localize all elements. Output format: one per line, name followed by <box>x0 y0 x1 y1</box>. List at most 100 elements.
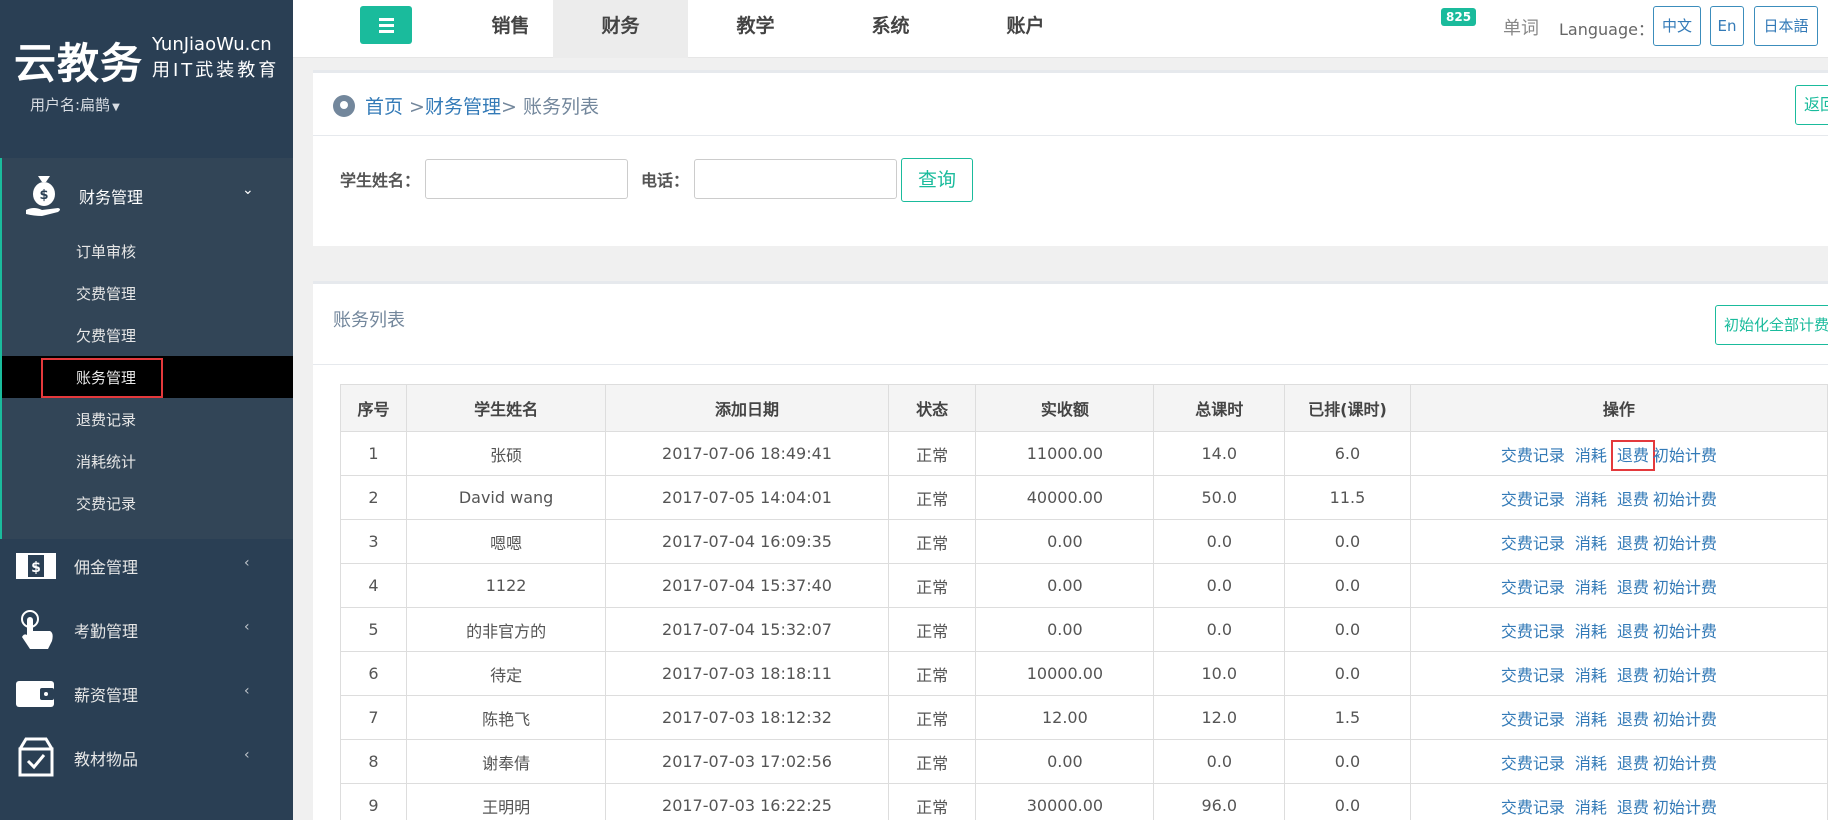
nav-group-attendance[interactable]: 考勤管理 ‹ <box>0 597 293 661</box>
payment-record-link[interactable]: 交费记录 <box>1501 534 1565 553</box>
sidebar-item-order-review[interactable]: 订单审核 <box>2 230 293 272</box>
lang-japanese-button[interactable]: 日本語 <box>1754 6 1818 46</box>
refund-link[interactable]: 退费 <box>1617 666 1649 685</box>
table-cell: 0.0 <box>1284 519 1411 564</box>
consumption-link[interactable]: 消耗 <box>1575 798 1607 817</box>
consumption-link[interactable]: 消耗 <box>1575 446 1607 465</box>
init-billing-link[interactable]: 初始计费 <box>1653 798 1717 817</box>
column-header: 实收额 <box>975 384 1155 432</box>
init-billing-link[interactable]: 初始计费 <box>1653 622 1717 641</box>
lang-chinese-button[interactable]: 中文 <box>1653 6 1701 46</box>
query-button[interactable]: 查询 <box>901 158 973 202</box>
table-cell: 6.0 <box>1284 431 1411 476</box>
table-cell: 2 <box>339 475 408 520</box>
consumption-link[interactable]: 消耗 <box>1575 710 1607 729</box>
consumption-link[interactable]: 消耗 <box>1575 578 1607 597</box>
payment-record-link[interactable]: 交费记录 <box>1501 622 1565 641</box>
table-cell: 正常 <box>887 783 977 820</box>
tab-teaching[interactable]: 教学 <box>688 0 823 58</box>
notification-badge[interactable]: 825 <box>1441 8 1477 26</box>
init-billing-link[interactable]: 初始计费 <box>1653 710 1717 729</box>
init-billing-link[interactable]: 初始计费 <box>1653 578 1717 597</box>
nav-group-commission[interactable]: $ 佣金管理 ‹ <box>0 533 293 597</box>
column-header: 添加日期 <box>605 384 889 432</box>
search-panel: 首页 >财务管理> 账务列表 返回 学生姓名： 电话： 查询 <box>313 70 1828 246</box>
table-cell: 1 <box>339 431 408 476</box>
table-row: 9 王明明 2017-07-03 16:22:25 正常 30000.00 96.0 0.0… <box>339 783 1828 820</box>
init-billing-link[interactable]: 初始计费 <box>1653 666 1717 685</box>
table-cell: 0.00 <box>975 519 1155 564</box>
sidebar-item-label: 交费记录 <box>76 495 137 513</box>
consumption-link[interactable]: 消耗 <box>1575 666 1607 685</box>
menu-toggle-button[interactable] <box>360 6 412 44</box>
payment-record-link[interactable]: 交费记录 <box>1501 446 1565 465</box>
init-billing-link[interactable]: 初始计费 <box>1653 490 1717 509</box>
word-link[interactable]: 单词 <box>1503 14 1539 40</box>
refund-link[interactable]: 退费 <box>1617 754 1649 773</box>
nav-label: 佣金管理 <box>74 558 139 577</box>
refund-link[interactable]: 退费 <box>1617 490 1649 509</box>
student-name-label: 学生姓名： <box>340 171 421 190</box>
row-actions: 交费记录 消耗 退费 初始计费 <box>1409 519 1828 564</box>
sidebar-item-label: 消耗统计 <box>76 453 137 471</box>
sidebar-item-consumption-stats[interactable]: 消耗统计 <box>2 440 293 482</box>
refund-link[interactable]: 退费 <box>1617 534 1649 553</box>
refund-link[interactable]: 退费 <box>1617 798 1649 817</box>
table-row: 7 陈艳飞 2017-07-03 18:12:32 正常 12.00 12.0 1.5 交费记… <box>339 695 1828 740</box>
tab-system[interactable]: 系统 <box>823 0 958 58</box>
init-billing-link[interactable]: 初始计费 <box>1653 534 1717 553</box>
init-billing-link[interactable]: 初始计费 <box>1653 754 1717 773</box>
sidebar-item-arrears-management[interactable]: 欠费管理 <box>2 314 293 356</box>
row-actions: 交费记录 消耗 退费 初始计费 <box>1409 695 1828 740</box>
row-actions: 交费记录 消耗 退费 初始计费 <box>1409 607 1828 652</box>
payment-record-link[interactable]: 交费记录 <box>1501 578 1565 597</box>
consumption-link[interactable]: 消耗 <box>1575 622 1607 641</box>
table-cell: 50.0 <box>1153 475 1286 520</box>
nav-group-materials[interactable]: 教材物品 ‹ <box>0 725 293 789</box>
nav-group-salary[interactable]: 薪资管理 ‹ <box>0 661 293 725</box>
lang-english-button[interactable]: En <box>1710 6 1744 46</box>
payment-record-link[interactable]: 交费记录 <box>1501 490 1565 509</box>
table-cell: 2017-07-04 15:37:40 <box>605 563 889 608</box>
box-icon <box>18 737 54 777</box>
init-billing-link[interactable]: 初始计费 <box>1653 446 1717 465</box>
tab-finance[interactable]: 财务 <box>553 0 688 58</box>
table-cell: 0.0 <box>1284 783 1411 820</box>
payment-record-link[interactable]: 交费记录 <box>1501 754 1565 773</box>
payment-record-link[interactable]: 交费记录 <box>1501 666 1565 685</box>
table-cell: 待定 <box>406 651 607 696</box>
return-button[interactable]: 返回 <box>1795 85 1828 125</box>
tab-account[interactable]: 账户 <box>958 0 1093 58</box>
table-cell: 张硕 <box>406 431 607 476</box>
sidebar-item-payment-management[interactable]: 交费管理 <box>2 272 293 314</box>
sidebar-item-label: 欠费管理 <box>76 327 137 345</box>
consumption-link[interactable]: 消耗 <box>1575 534 1607 553</box>
sidebar-item-label: 订单审核 <box>76 243 137 261</box>
payment-record-link[interactable]: 交费记录 <box>1501 710 1565 729</box>
sidebar-item-payment-records[interactable]: 交费记录 <box>2 482 293 524</box>
refund-link[interactable]: 退费 <box>1617 710 1649 729</box>
chevron-left-icon: ‹ <box>244 747 250 763</box>
init-all-billing-button[interactable]: 初始化全部计费 <box>1715 305 1828 345</box>
table-cell: 正常 <box>887 607 977 652</box>
student-name-input[interactable] <box>425 159 628 199</box>
user-menu[interactable]: 用户名:扁鹊 ▼ <box>30 94 120 115</box>
nav-group-finance-header[interactable]: $ 财务管理 ⌄ <box>2 158 293 230</box>
nav-label: 考勤管理 <box>74 622 139 641</box>
breadcrumb-home-link[interactable]: 首页 <box>365 96 403 118</box>
table-row: 6 待定 2017-07-03 18:18:11 正常 10000.00 10.0 0.0 交… <box>339 651 1828 696</box>
refund-link[interactable]: 退费 <box>1617 578 1649 597</box>
payment-record-link[interactable]: 交费记录 <box>1501 798 1565 817</box>
row-actions: 交费记录 消耗 退费 初始计费 <box>1409 431 1828 476</box>
row-actions: 交费记录 消耗 退费 初始计费 <box>1409 475 1828 520</box>
sidebar-item-account-management[interactable]: 账务管理 <box>2 356 293 398</box>
sidebar-item-refund-records[interactable]: 退费记录 <box>2 398 293 440</box>
breadcrumb-finance-link[interactable]: 财务管理 <box>425 96 501 118</box>
row-actions: 交费记录 消耗 退费 初始计费 <box>1409 651 1828 696</box>
refund-link[interactable]: 退费 <box>1617 622 1649 641</box>
refund-link[interactable]: 退费 <box>1617 446 1649 465</box>
phone-input[interactable] <box>694 159 897 199</box>
consumption-link[interactable]: 消耗 <box>1575 754 1607 773</box>
table-cell: 6 <box>339 651 408 696</box>
consumption-link[interactable]: 消耗 <box>1575 490 1607 509</box>
